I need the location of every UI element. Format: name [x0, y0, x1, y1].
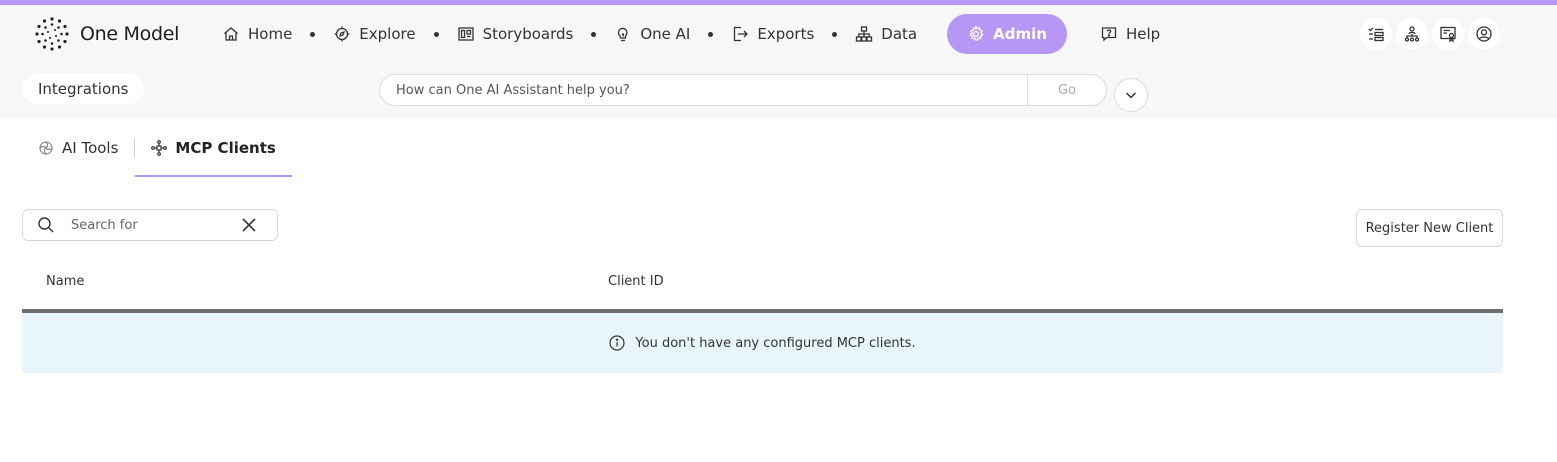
nav-separator: [433, 31, 439, 37]
ai-assistant-go-button[interactable]: Go: [1027, 75, 1106, 105]
nav-label-one-ai: One AI: [640, 25, 691, 43]
gear-icon: [969, 25, 984, 41]
clients-table-header: Name Client ID: [22, 266, 1503, 310]
org-chart-icon: [1404, 26, 1420, 42]
tab-label-ai-tools: AI Tools: [62, 139, 119, 157]
tab-ai-tools[interactable]: AI Tools: [22, 125, 134, 171]
one-model-logo-icon: [35, 17, 69, 51]
help-chat-icon: [1101, 27, 1117, 42]
lightbulb-icon: [618, 27, 628, 42]
search-input[interactable]: [71, 217, 241, 233]
org-chart-button[interactable]: [1396, 18, 1428, 50]
column-header-client-id[interactable]: Client ID: [608, 274, 664, 289]
user-profile-icon: [1476, 26, 1492, 42]
mcp-network-icon: [151, 140, 168, 156]
close-icon: [242, 218, 256, 232]
ai-tools-icon: [39, 141, 53, 155]
nav-label-home: Home: [248, 25, 293, 43]
nav-separator: [832, 31, 838, 37]
clear-search-button[interactable]: [241, 217, 257, 233]
nav-separator: [591, 31, 597, 37]
help-label: Help: [1126, 25, 1161, 43]
certificate-button[interactable]: [1432, 18, 1464, 50]
expand-assistant-button[interactable]: [1114, 78, 1148, 112]
tasks-icon: [1368, 27, 1384, 42]
ai-assistant-bar: Go: [379, 74, 1107, 106]
export-icon: [734, 26, 749, 42]
page-title: Integrations: [22, 74, 145, 104]
info-icon: [609, 335, 626, 351]
tab-label-mcp-clients: MCP Clients: [175, 139, 276, 157]
admin-label: Admin: [993, 25, 1047, 43]
ai-assistant-input[interactable]: [380, 75, 1027, 105]
nav-item-home[interactable]: Home: [222, 14, 292, 54]
tasks-button[interactable]: [1360, 18, 1392, 50]
nav-separator: [708, 31, 714, 37]
chevron-down-icon: [1125, 92, 1137, 99]
search-box: [22, 209, 278, 241]
admin-button[interactable]: Admin: [947, 14, 1067, 54]
app-header: One Model Home Explore Storyboards One A…: [0, 5, 1557, 118]
nav-separator: [310, 31, 316, 37]
nav-label-data: Data: [881, 25, 918, 43]
hierarchy-icon: [856, 26, 873, 42]
nav-item-one-ai[interactable]: One AI: [614, 14, 690, 54]
search-icon: [37, 216, 55, 234]
nav-item-explore[interactable]: Explore: [333, 14, 416, 54]
nav-label-explore: Explore: [359, 25, 416, 43]
column-header-name[interactable]: Name: [46, 274, 84, 289]
nav-item-exports[interactable]: Exports: [731, 14, 814, 54]
tab-mcp-clients[interactable]: MCP Clients: [135, 125, 293, 177]
brand-logo[interactable]: One Model: [34, 15, 179, 53]
nav-label-exports: Exports: [757, 25, 815, 43]
certificate-icon: [1440, 26, 1456, 43]
user-profile-button[interactable]: [1468, 18, 1500, 50]
tab-bar: AI Tools MCP Clients: [22, 131, 293, 177]
nav-item-data[interactable]: Data: [855, 14, 917, 54]
main-nav: Home Explore Storyboards One AI Exports …: [222, 14, 917, 54]
brand-name: One Model: [80, 23, 180, 45]
nav-label-storyboards: Storyboards: [482, 25, 574, 43]
empty-state-text: You don't have any configured MCP client…: [635, 335, 916, 351]
help-link[interactable]: Help: [1100, 14, 1160, 54]
storyboard-icon: [457, 27, 474, 41]
empty-state-message: You don't have any configured MCP client…: [22, 313, 1503, 373]
home-icon: [224, 27, 238, 41]
register-new-client-button[interactable]: Register New Client: [1356, 209, 1503, 247]
nav-item-storyboards[interactable]: Storyboards: [457, 14, 574, 54]
header-actions: [1360, 18, 1504, 50]
compass-icon: [334, 26, 350, 42]
